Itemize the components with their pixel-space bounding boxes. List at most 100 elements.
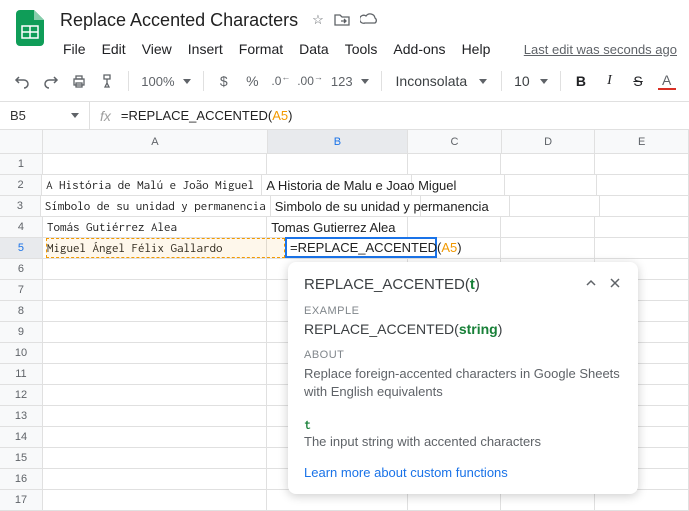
cell-D4[interactable] [501,217,595,237]
sheets-logo[interactable] [10,8,50,48]
cell-A14[interactable] [43,427,267,447]
font-size-select[interactable]: 10 [510,73,552,89]
undo-button[interactable] [10,67,35,95]
increase-decimal-button[interactable]: .00→ [297,67,323,95]
row-header-11[interactable]: 11 [0,364,43,384]
cell-D3[interactable] [510,196,599,216]
cell-A11[interactable] [43,364,267,384]
collapse-icon[interactable] [584,276,598,293]
redo-button[interactable] [39,67,64,95]
more-formats-button[interactable]: 123 [327,74,373,89]
cell-D2[interactable] [505,175,597,195]
row-header-7[interactable]: 7 [0,280,43,300]
menu-format[interactable]: Format [232,37,290,61]
cell-A15[interactable] [43,448,267,468]
cell-C4[interactable] [408,217,502,237]
menu-addons[interactable]: Add-ons [386,37,452,61]
row-header-14[interactable]: 14 [0,427,43,447]
cell-A9[interactable] [43,322,267,342]
cell-D1[interactable] [501,154,595,174]
cell-C3[interactable] [421,196,510,216]
cell-A10[interactable] [43,343,267,363]
cloud-icon[interactable] [360,12,378,29]
spreadsheet-grid[interactable]: A B C D E 12A História de Malú e João Mi… [0,130,689,511]
cell-E3[interactable] [600,196,689,216]
cell-C2[interactable] [412,175,504,195]
row-header-10[interactable]: 10 [0,343,43,363]
cell-B3[interactable]: Simbolo de su unidad y permanencia [271,196,421,216]
row-header-8[interactable]: 8 [0,301,43,321]
zoom-select[interactable]: 100% [137,74,194,89]
cell-A3[interactable]: Símbolo de su unidad y permanencia [41,196,271,216]
row-header-3[interactable]: 3 [0,196,41,216]
row-header-4[interactable]: 4 [0,217,43,237]
print-button[interactable] [67,67,92,95]
cell-A7[interactable] [43,280,267,300]
formula-input[interactable]: =REPLACE_ACCENTED(A5) [121,108,293,123]
star-icon[interactable]: ☆ [312,12,324,29]
col-header-B[interactable]: B [268,130,408,153]
cell-E5[interactable] [595,238,689,258]
col-header-C[interactable]: C [408,130,502,153]
move-icon[interactable] [334,12,350,29]
last-edit-link[interactable]: Last edit was seconds ago [524,42,679,57]
menu-tools[interactable]: Tools [338,37,385,61]
cell-A6[interactable] [43,259,267,279]
menu-data[interactable]: Data [292,37,336,61]
menu-file[interactable]: File [56,37,93,61]
italic-button[interactable]: I [597,67,622,95]
about-text: Replace foreign-accented characters in G… [304,365,622,401]
about-label: ABOUT [304,349,622,361]
cell-A1[interactable] [43,154,267,174]
row-header-1[interactable]: 1 [0,154,43,174]
paint-format-button[interactable] [96,67,121,95]
row-header-17[interactable]: 17 [0,490,43,510]
percent-button[interactable]: % [240,67,265,95]
menu-help[interactable]: Help [455,37,498,61]
col-header-D[interactable]: D [502,130,596,153]
cell-B1[interactable] [267,154,407,174]
menu-insert[interactable]: Insert [181,37,230,61]
cell-A16[interactable] [43,469,267,489]
cell-A13[interactable] [43,406,267,426]
param-desc: The input string with accented character… [304,434,622,449]
cell-D5[interactable] [501,238,595,258]
cell-A8[interactable] [43,301,267,321]
bold-button[interactable]: B [569,67,594,95]
close-icon[interactable] [608,276,622,293]
row-header-5[interactable]: 5 [0,238,43,258]
decrease-decimal-button[interactable]: .0← [269,67,294,95]
document-title[interactable]: Replace Accented Characters [56,8,302,33]
row-header-9[interactable]: 9 [0,322,43,342]
text-color-button[interactable]: A [654,67,679,95]
cell-B4[interactable]: Tomas Gutierrez Alea [267,217,407,237]
row-header-12[interactable]: 12 [0,385,43,405]
cell-E1[interactable] [595,154,689,174]
col-header-E[interactable]: E [595,130,689,153]
currency-button[interactable]: $ [211,67,236,95]
strike-button[interactable]: S [626,67,651,95]
cell-A4[interactable]: Tomás Gutiérrez Alea [43,217,267,237]
cell-A12[interactable] [43,385,267,405]
col-header-A[interactable]: A [43,130,268,153]
learn-more-link[interactable]: Learn more about custom functions [304,465,622,480]
row-header-16[interactable]: 16 [0,469,43,489]
cell-B2[interactable]: A Historia de Malu e Joao Miguel [262,175,412,195]
param-name: t [304,417,622,432]
fx-icon: fx [90,108,121,124]
cell-A2[interactable]: A História de Malú e João Miguel [42,175,262,195]
cell-A17[interactable] [43,490,267,510]
cell-editor-B5[interactable]: =REPLACE_ACCENTED(A5) [285,237,437,258]
menu-view[interactable]: View [135,37,179,61]
row-header-15[interactable]: 15 [0,448,43,468]
row-header-6[interactable]: 6 [0,259,43,279]
row-header-13[interactable]: 13 [0,406,43,426]
font-select[interactable]: Inconsolata [390,73,494,89]
cell-A5[interactable]: Miguel Ángel Félix Gallardo [43,238,267,258]
cell-C1[interactable] [408,154,502,174]
row-header-2[interactable]: 2 [0,175,42,195]
name-box[interactable]: B5 [0,102,90,129]
cell-E4[interactable] [595,217,689,237]
cell-E2[interactable] [597,175,689,195]
menu-edit[interactable]: Edit [95,37,133,61]
